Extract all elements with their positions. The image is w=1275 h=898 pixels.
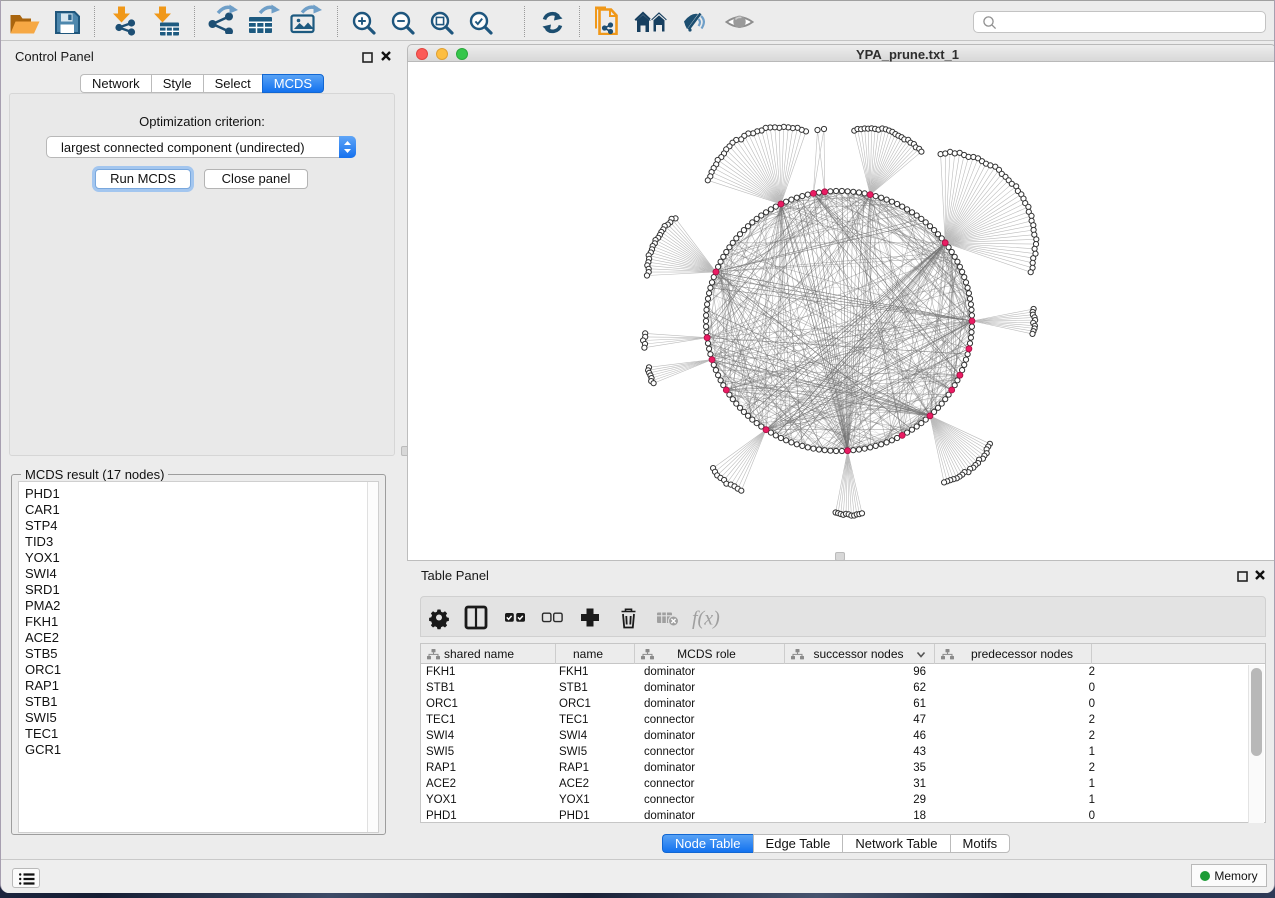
svg-text:f(x): f(x) bbox=[692, 608, 720, 630]
